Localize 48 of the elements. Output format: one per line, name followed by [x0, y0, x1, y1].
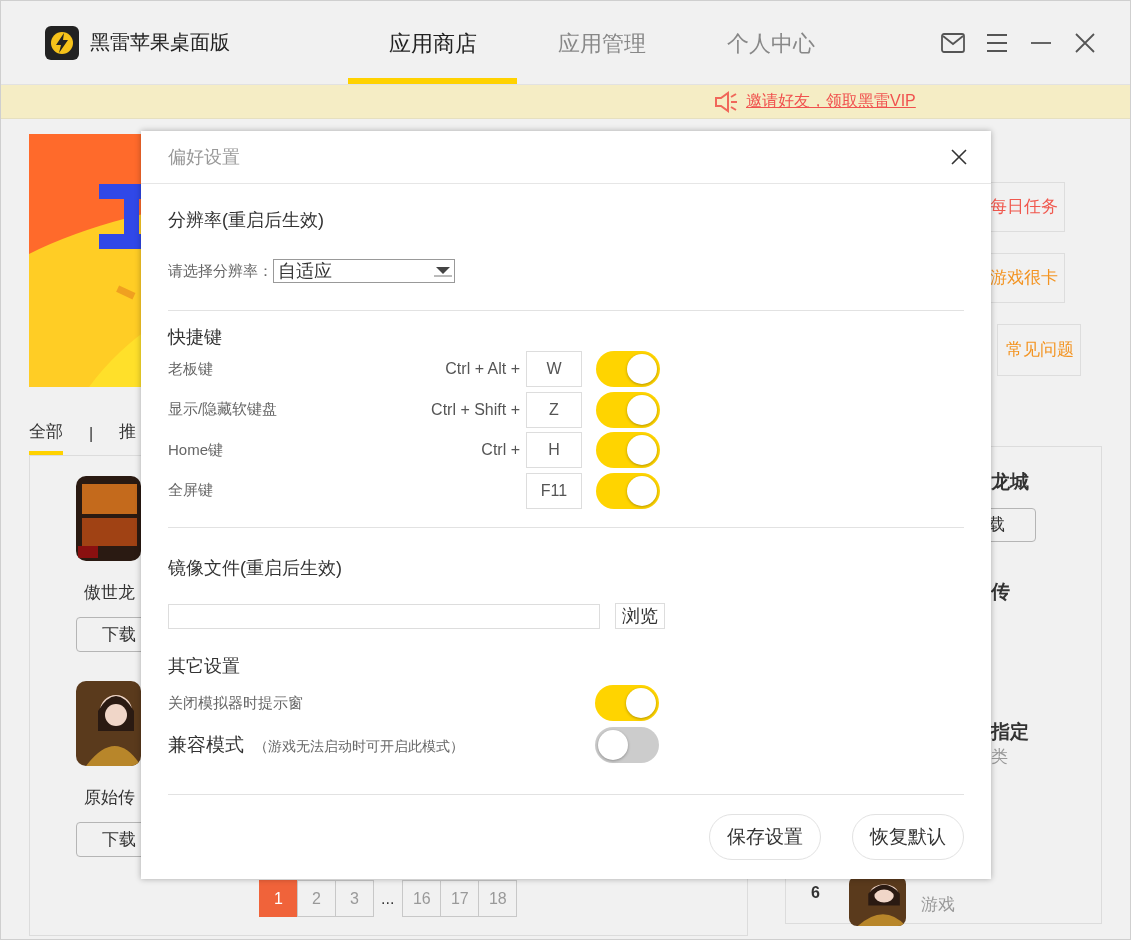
app-title: 黑雷苹果桌面版 [90, 30, 231, 55]
game-title: 龙城 [991, 470, 1030, 494]
key-field[interactable]: F11 [526, 472, 582, 509]
toggle-switch[interactable] [596, 351, 660, 388]
key-field[interactable]: Z [526, 391, 582, 428]
game-title: 指定 [991, 720, 1030, 744]
close-icon[interactable] [951, 149, 967, 165]
speaker-icon [714, 90, 738, 113]
toggle-switch[interactable] [596, 432, 660, 469]
app-name: 原始传 [84, 787, 136, 809]
section-heading: 分辨率(重启后生效) [168, 209, 325, 232]
key-field[interactable]: H [526, 432, 582, 469]
section-heading: 其它设置 [168, 655, 241, 678]
page-ellipsis: ... [381, 889, 395, 908]
lightning-logo-icon [45, 25, 79, 60]
field-label: 请选择分辨率： [168, 261, 273, 281]
key-combo: Ctrl + [481, 441, 520, 459]
mail-icon[interactable] [941, 30, 965, 55]
game-title: 传 [991, 580, 1011, 604]
close-icon[interactable] [1073, 30, 1097, 55]
setting-label: 老板键 [168, 359, 214, 379]
browse-button[interactable]: 浏览 [615, 603, 665, 629]
setting-label: Home键 [168, 440, 224, 460]
setting-label: 显示/隐藏软键盘 [168, 400, 279, 420]
setting-label: 全屏键 [168, 481, 214, 501]
resolution-dropdown[interactable]: 自适应 [273, 259, 455, 283]
key-field[interactable]: W [526, 351, 582, 388]
key-combo: Ctrl + Alt + [445, 360, 520, 378]
toggle-switch[interactable] [595, 685, 659, 721]
dialog-title: 偏好设置 [168, 146, 241, 169]
category-tab[interactable]: 全部 [29, 420, 63, 455]
section-heading: 快捷键 [168, 326, 223, 349]
setting-label: 关闭模拟器时提示窗 [168, 693, 303, 713]
game-category: 类 [991, 746, 1009, 768]
file-path-field[interactable] [168, 603, 600, 629]
setting-label: 兼容模式 [168, 733, 244, 757]
key-combo: Ctrl + Shift + [431, 400, 520, 418]
section-heading: 镜像文件(重启后生效) [168, 557, 343, 580]
toggle-switch[interactable] [595, 727, 659, 763]
rank-number: 6 [811, 884, 821, 902]
tab-separator: | [88, 425, 95, 444]
toggle-switch[interactable] [596, 391, 660, 428]
game-category: 游戏 [921, 893, 955, 916]
toggle-switch[interactable] [596, 472, 660, 509]
app-name: 傲世龙 [84, 582, 136, 604]
category-tab[interactable]: 推 [119, 420, 137, 455]
setting-note: （游戏无法启动时可开启此模式） [254, 738, 464, 756]
dropdown-arrow-icon [434, 265, 452, 277]
